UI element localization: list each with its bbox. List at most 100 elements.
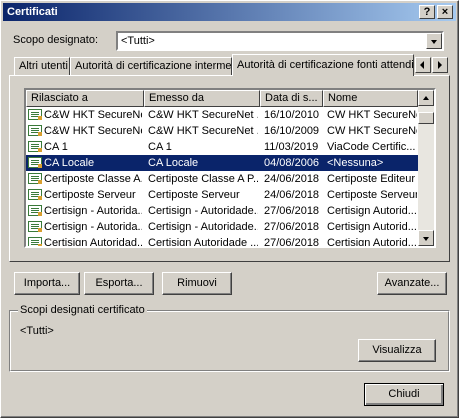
tab-scroll-left-button[interactable]	[415, 57, 431, 73]
scope-dropdown[interactable]: <Tutti>	[116, 31, 444, 51]
tab-intermediate-authorities[interactable]: Autorità di certificazione intermedie	[70, 57, 246, 75]
certificates-list[interactable]: Rilasciato a Emesso da Data di s... Nome…	[24, 88, 436, 248]
cell-issued-by: Certiposte Serveur	[148, 189, 240, 201]
cell-issued-to: Certisign - Autorida...	[44, 205, 142, 217]
certificate-icon	[28, 205, 42, 216]
cell-date: 04/08/2006	[264, 157, 320, 169]
scroll-down-button[interactable]	[418, 230, 434, 246]
header-label: Emesso da	[149, 92, 205, 104]
import-button[interactable]: Importa...	[14, 272, 80, 295]
cell-date: 11/03/2019	[264, 141, 319, 153]
cell-issued-by: Certisign - Autoridade...	[148, 221, 258, 233]
tab-label: Altri utenti	[19, 60, 68, 72]
title-bar: Certificati	[3, 3, 456, 21]
certificate-icon	[28, 221, 42, 232]
certificate-icon	[28, 109, 42, 120]
cell-issued-by: CA 1	[148, 141, 172, 153]
help-button[interactable]: ?	[419, 5, 435, 19]
cell-issued-to: C&W HKT SecureNe...	[44, 109, 142, 121]
column-header-name[interactable]: Nome	[323, 90, 418, 107]
button-label: Rimuovi	[177, 277, 217, 289]
cell-date: 27/06/2018	[264, 221, 320, 233]
chevron-up-icon	[423, 96, 429, 100]
window-title: Certificati	[7, 6, 58, 18]
cell-name: <Nessuna>	[327, 157, 384, 169]
chevron-down-icon	[423, 237, 429, 241]
cell-name: Certiposte Serveur	[327, 189, 417, 201]
certificate-icon	[28, 189, 42, 200]
column-header-expiry-date[interactable]: Data di s...	[260, 90, 323, 107]
button-label: Visualizza	[372, 344, 422, 356]
table-row[interactable]: C&W HKT SecureNe... C&W HKT SecureNet ..…	[26, 123, 418, 139]
cell-name: ViaCode Certific...	[327, 141, 416, 153]
cell-name: Certisign Autorid...	[327, 221, 417, 233]
view-button[interactable]: Visualizza	[358, 339, 436, 362]
tab-label: Autorità di certificazione fonti attendi…	[237, 59, 414, 71]
cell-date: 24/06/2018	[264, 173, 320, 185]
cell-name: Certiposte Editeur	[327, 173, 416, 185]
cell-date: 27/06/2018	[264, 205, 320, 217]
button-label: Chiudi	[388, 388, 420, 400]
scroll-thumb[interactable]	[418, 112, 434, 124]
vertical-scrollbar[interactable]	[418, 90, 434, 246]
group-label: Scopi designati certificato	[18, 303, 147, 317]
cell-issued-to: Certiposte Classe A...	[44, 173, 142, 185]
column-header-issued-by[interactable]: Emesso da	[144, 90, 260, 107]
table-row[interactable]: Certiposte Serveur Certiposte Serveur 24…	[26, 187, 418, 203]
tab-other-users[interactable]: Altri utenti	[14, 57, 70, 75]
cell-issued-to: Certisign - Autorida...	[44, 221, 142, 233]
tab-label: Autorità di certificazione intermedie	[75, 60, 247, 72]
cell-name: CW HKT SecureNet ...	[327, 109, 417, 121]
table-row[interactable]: Certisign - Autorida... Certisign - Auto…	[26, 219, 418, 235]
close-icon: ×	[441, 6, 449, 18]
header-label: Data di s...	[265, 92, 318, 104]
chevron-down-icon	[431, 40, 437, 44]
button-label: Avanzate...	[384, 277, 440, 289]
table-row-selected[interactable]: CA Locale CA Locale 04/08/2006 <Nessuna>	[26, 155, 418, 171]
cell-name: Certisign Autorid...	[327, 237, 417, 248]
certificate-icon	[28, 125, 42, 136]
chevron-left-icon	[420, 61, 424, 69]
dropdown-button[interactable]	[426, 33, 442, 49]
tab-trusted-root-authorities[interactable]: Autorità di certificazione fonti attendi…	[232, 54, 414, 76]
cell-issued-to: C&W HKT SecureNe...	[44, 125, 142, 137]
cell-issued-by: C&W HKT SecureNet ...	[148, 125, 258, 137]
remove-button[interactable]: Rimuovi	[162, 272, 232, 295]
table-row[interactable]: Certiposte Classe A... Certiposte Classe…	[26, 171, 418, 187]
advanced-button[interactable]: Avanzate...	[377, 272, 447, 295]
cell-issued-to: Certiposte Serveur	[44, 189, 136, 201]
cell-issued-to: CA Locale	[44, 157, 95, 169]
cell-date: 16/10/2009	[264, 125, 320, 137]
certificate-icon	[28, 237, 42, 246]
table-row[interactable]: Certisign Autoridad... Certisign Autorid…	[26, 235, 418, 248]
chevron-right-icon	[438, 61, 442, 69]
table-row[interactable]: Certisign - Autorida... Certisign - Auto…	[26, 203, 418, 219]
export-button[interactable]: Esporta...	[84, 272, 154, 295]
table-row[interactable]: CA 1 CA 1 11/03/2019 ViaCode Certific...	[26, 139, 418, 155]
header-label: Nome	[328, 92, 358, 104]
close-button[interactable]: Chiudi	[364, 383, 444, 406]
cell-date: 16/10/2010	[264, 109, 320, 121]
button-label: Esporta...	[95, 277, 143, 289]
cell-issued-by: CA Locale	[148, 157, 199, 169]
tab-scroll-right-button[interactable]	[432, 57, 448, 73]
scope-value: <Tutti>	[121, 35, 155, 47]
header-label: Rilasciato a	[31, 92, 88, 104]
cell-name: Certisign Autorid...	[327, 205, 417, 217]
intended-purposes-value: <Tutti>	[20, 325, 54, 337]
cell-date: 24/06/2018	[264, 189, 320, 201]
column-header-issued-to[interactable]: Rilasciato a	[26, 90, 144, 107]
scroll-up-button[interactable]	[418, 90, 434, 106]
button-label: Importa...	[23, 277, 71, 289]
table-row[interactable]: C&W HKT SecureNe... C&W HKT SecureNet ..…	[26, 107, 418, 123]
cell-issued-to: Certisign Autoridad...	[44, 237, 142, 248]
cell-issued-by: Certisign - Autoridade...	[148, 205, 258, 217]
scope-label: Scopo designato:	[13, 34, 99, 46]
cell-name: CW HKT SecureNet ...	[327, 125, 417, 137]
certificate-icon	[28, 141, 42, 152]
certificate-icon	[28, 173, 42, 184]
cell-issued-by: Certiposte Classe A P...	[148, 173, 258, 185]
close-window-button[interactable]: ×	[437, 5, 453, 19]
certificate-icon	[28, 157, 42, 168]
cell-date: 27/06/2018	[264, 237, 320, 248]
